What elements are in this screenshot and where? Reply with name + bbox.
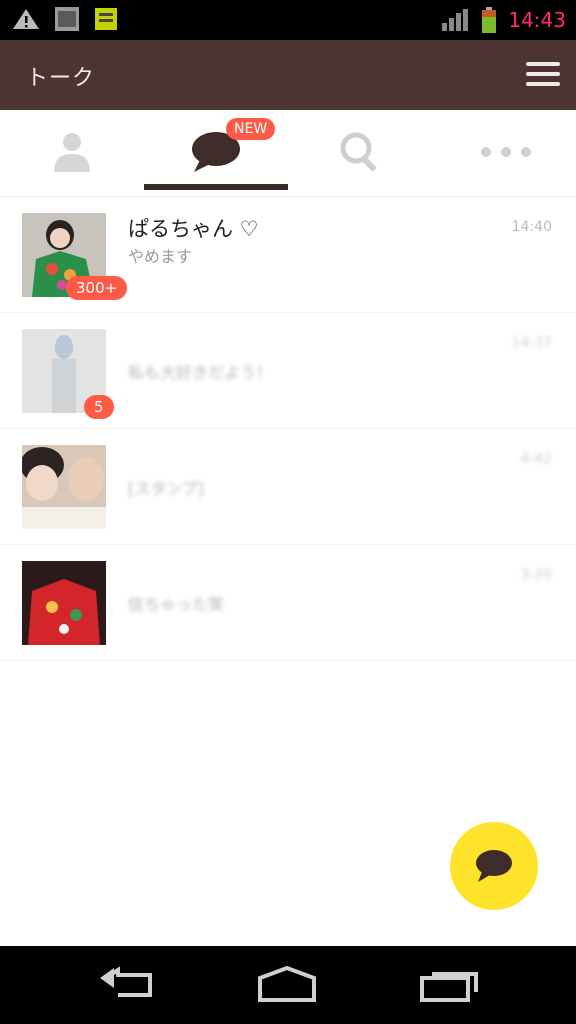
status-bar: 14:43	[0, 0, 576, 40]
home-button[interactable]	[252, 964, 332, 1004]
chat-time: 3:20	[520, 567, 552, 583]
status-left-icons	[12, 6, 118, 32]
tab-search[interactable]	[288, 110, 432, 196]
chat-preview: やめます	[128, 247, 193, 266]
chat-row[interactable]: 信ちゃった笑 3:20	[0, 545, 576, 661]
more-icon	[481, 147, 531, 157]
avatar	[22, 445, 106, 529]
new-chat-icon	[476, 850, 512, 882]
active-tab-indicator	[144, 184, 288, 190]
chat-row[interactable]: 5 私も大好きだよう！ 14:37	[0, 313, 576, 429]
app-bar: トーク	[0, 40, 576, 110]
tab-more[interactable]	[432, 110, 576, 196]
chat-row[interactable]: 300+ ぱるちゃん ♡ やめます 14:40	[0, 197, 576, 313]
chat-preview: 私も大好きだよう！	[128, 363, 273, 382]
search-icon	[340, 132, 377, 172]
avatar	[22, 561, 106, 645]
chat-list: 300+ ぱるちゃん ♡ やめます 14:40 5 私も大好きだよう！ 14:3…	[0, 197, 576, 661]
recent-apps-icon	[420, 972, 478, 1002]
chat-row[interactable]: [スタンプ] 4:42	[0, 429, 576, 545]
menu-icon	[526, 82, 560, 86]
tab-bar	[0, 110, 576, 197]
chat-preview: 信ちゃった笑	[128, 595, 225, 614]
signal-icon	[442, 9, 469, 31]
system-nav-bar	[0, 946, 576, 1024]
chat-time: 4:42	[520, 451, 552, 467]
new-chat-button[interactable]	[450, 822, 538, 910]
chat-time: 14:40	[511, 219, 552, 235]
download-icon	[95, 8, 117, 30]
chat-time: 14:37	[511, 335, 552, 351]
menu-icon	[526, 72, 560, 76]
unread-count-badge: 5	[84, 395, 114, 419]
avatar-photo	[22, 445, 106, 529]
clock: 14:43	[508, 8, 566, 32]
battery-icon	[482, 7, 497, 33]
menu-icon	[526, 62, 560, 66]
recent-apps-button[interactable]	[414, 964, 494, 1004]
chat-name: ぱるちゃん ♡	[128, 217, 259, 241]
person-icon	[54, 133, 90, 172]
avatar-photo	[22, 561, 106, 645]
warning-icon	[13, 9, 39, 29]
back-button[interactable]	[92, 964, 172, 1004]
new-badge: NEW	[226, 118, 276, 140]
tab-friends[interactable]	[0, 110, 144, 196]
status-right-icons: 14:43	[440, 6, 566, 34]
image-icon	[55, 7, 79, 31]
chat-preview: [スタンプ]	[128, 479, 205, 498]
menu-button[interactable]	[526, 58, 562, 92]
back-icon	[100, 966, 152, 997]
unread-count-badge: 300+	[66, 276, 128, 300]
page-title: トーク	[26, 66, 96, 91]
home-icon	[258, 965, 316, 1002]
